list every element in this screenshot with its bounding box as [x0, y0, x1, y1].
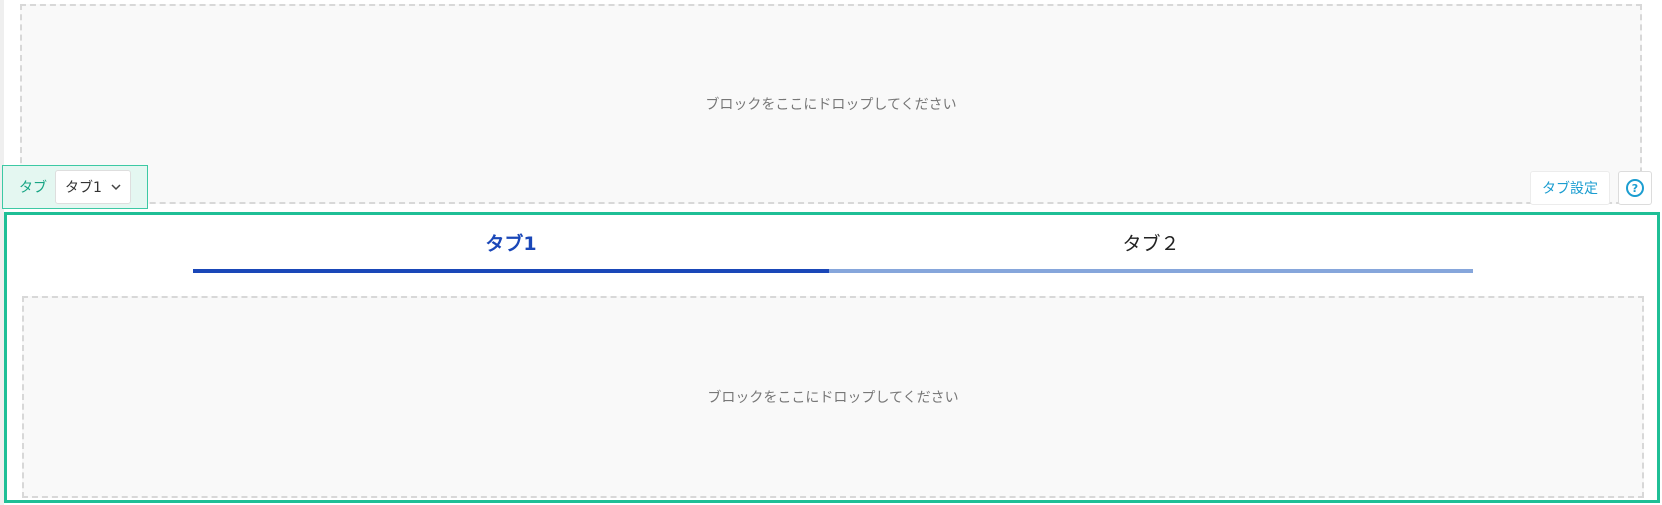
tab-header: タブ1 タブ２: [193, 215, 1473, 273]
tab-label: タブ1: [485, 233, 537, 255]
drop-zone-hint: ブロックをここにドロップしてください: [707, 390, 959, 406]
tab-settings-button[interactable]: タブ設定: [1530, 171, 1610, 205]
block-drop-zone-top[interactable]: ブロックをここにドロップしてください: [20, 4, 1642, 204]
tab-select-value: タブ1: [65, 180, 102, 196]
tab-item-2[interactable]: タブ２: [829, 215, 1473, 273]
tab-item-1[interactable]: タブ1: [193, 215, 829, 273]
tab-settings-label: タブ設定: [1542, 181, 1598, 197]
tab-selector-panel: タブ タブ1: [2, 165, 148, 209]
question-circle-icon: ?: [1626, 179, 1644, 197]
editor-canvas: ブロックをここにドロップしてください タブ1 タブ２ ブロックをここにドロップし…: [0, 0, 1662, 505]
help-button[interactable]: ?: [1618, 171, 1652, 205]
tab-selector-label: タブ: [19, 180, 47, 196]
tab-label: タブ２: [1122, 233, 1180, 255]
tab-select-dropdown[interactable]: タブ1: [55, 170, 131, 204]
tab-block[interactable]: タブ1 タブ２ ブロックをここにドロップしてください: [4, 212, 1660, 503]
tab-indicator-active: [193, 269, 829, 273]
chevron-down-icon: [111, 184, 121, 191]
tab-indicator-inactive: [829, 269, 1473, 273]
block-drop-zone-tab-content[interactable]: ブロックをここにドロップしてください: [22, 296, 1644, 498]
drop-zone-hint: ブロックをここにドロップしてください: [705, 97, 957, 113]
